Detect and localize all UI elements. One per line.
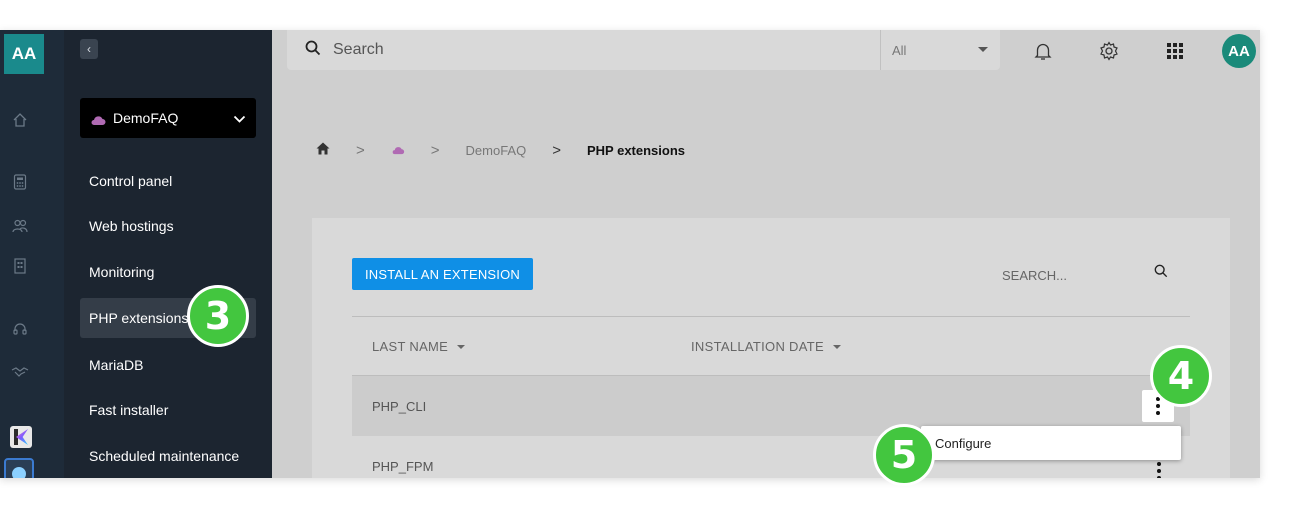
extension-name: PHP_CLI	[372, 398, 427, 414]
breadcrumb: > > DemoFAQ > PHP extensions	[316, 140, 685, 160]
step-badge-3: 3	[187, 285, 249, 347]
sidebar-item-label: MariaDB	[89, 357, 144, 373]
sidebar-item-scheduled-maintenance[interactable]: Scheduled maintenance	[80, 436, 256, 476]
sidebar-item-label: Web hostings	[89, 218, 174, 234]
column-last-name[interactable]: LAST NAME	[372, 339, 466, 354]
sidebar: ‹ DemoFAQ Control panel Web hostings Mon…	[64, 30, 272, 478]
column-installation-date[interactable]: INSTALLATION DATE	[691, 339, 841, 354]
handshake-icon[interactable]	[10, 362, 30, 382]
search-scope-select[interactable]: All	[880, 30, 1000, 70]
sidebar-item-mariadb[interactable]: MariaDB	[80, 345, 256, 385]
kinsta-logo-icon[interactable]	[10, 426, 32, 448]
calculator-icon[interactable]	[10, 172, 30, 192]
sidebar-item-web-hostings[interactable]: Web hostings	[80, 206, 256, 246]
step-badge-5: 5	[873, 424, 935, 486]
sort-down-icon	[832, 344, 841, 349]
extension-name: PHP_FPM	[372, 458, 434, 474]
sidebar-item-label: Scheduled maintenance	[89, 448, 240, 464]
kebab-menu-icon	[1157, 462, 1161, 478]
home-icon[interactable]	[316, 142, 330, 158]
search-scope-value: All	[892, 42, 907, 58]
home-icon[interactable]	[10, 110, 30, 130]
sidebar-item-control-panel[interactable]: Control panel	[80, 161, 256, 201]
search-input[interactable]: Search	[333, 41, 384, 59]
column-label: LAST NAME	[372, 339, 449, 354]
chevron-right-icon: >	[356, 141, 365, 159]
configure-menu-item[interactable]: Configure	[935, 436, 991, 451]
chevron-down-icon	[233, 111, 246, 126]
sidebar-item-fast-installer[interactable]: Fast installer	[80, 390, 256, 430]
project-selector[interactable]: DemoFAQ	[80, 98, 256, 138]
breadcrumb-project[interactable]: DemoFAQ	[466, 143, 527, 158]
sort-down-icon	[457, 344, 466, 349]
user-avatar[interactable]: AA	[1222, 34, 1256, 68]
sidebar-item-monitoring[interactable]: Monitoring	[80, 252, 256, 292]
sidebar-item-label: Fast installer	[89, 402, 169, 418]
cloud-icon	[90, 113, 106, 125]
project-name: DemoFAQ	[113, 110, 179, 126]
table-search-input[interactable]: SEARCH...	[1002, 268, 1067, 283]
table-header: LAST NAME INSTALLATION DATE	[352, 316, 1190, 376]
apps-grid-icon[interactable]	[1164, 40, 1186, 62]
app-switch-icon[interactable]	[4, 458, 34, 478]
icon-rail: AA	[0, 30, 64, 478]
sidebar-item-label: PHP extensions	[89, 310, 189, 326]
top-bar: Search All AA	[272, 30, 1260, 78]
search-icon	[305, 40, 321, 61]
bell-icon[interactable]	[1032, 40, 1054, 62]
sidebar-item-label: Monitoring	[89, 264, 155, 280]
rail-avatar[interactable]: AA	[4, 34, 44, 74]
column-label: INSTALLATION DATE	[691, 339, 824, 354]
row-actions-menu: Configure	[921, 426, 1181, 460]
search-icon[interactable]	[1154, 264, 1168, 283]
caret-down-icon	[978, 47, 988, 52]
install-extension-button[interactable]: INSTALL AN EXTENSION	[352, 258, 533, 290]
cloud-icon[interactable]	[391, 143, 405, 158]
row-actions-button[interactable]	[1157, 462, 1161, 478]
chevron-right-icon: >	[552, 141, 561, 159]
building-icon[interactable]	[10, 256, 30, 276]
users-icon[interactable]	[10, 216, 30, 236]
breadcrumb-current: PHP extensions	[586, 142, 686, 158]
step-badge-4: 4	[1150, 345, 1212, 407]
kebab-menu-icon	[1156, 397, 1160, 415]
sidebar-item-label: Control panel	[89, 173, 173, 189]
collapse-sidebar-button[interactable]: ‹	[80, 39, 98, 59]
chevron-right-icon: >	[430, 141, 440, 159]
app-window: AA ‹ DemoFAQ Control panel Web hostings …	[0, 30, 1260, 478]
support-icon[interactable]	[10, 320, 30, 340]
gear-icon[interactable]	[1098, 40, 1120, 62]
